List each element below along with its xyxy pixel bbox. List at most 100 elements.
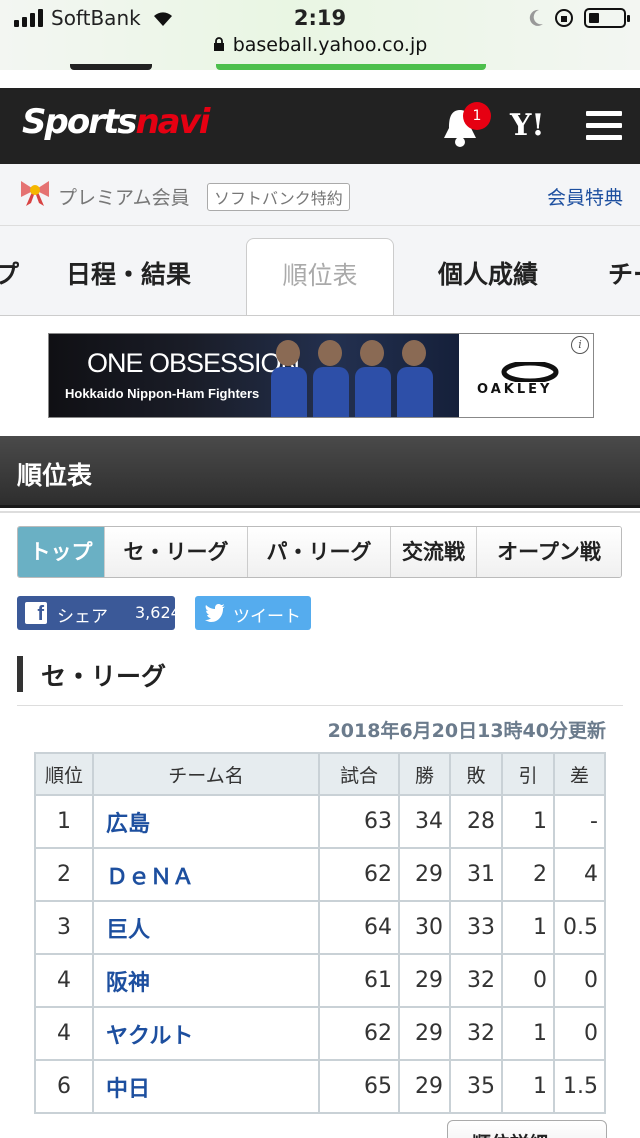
rank-cell: 4 <box>34 1006 94 1061</box>
league-title: セ・リーグ <box>41 662 167 691</box>
games-behind-cell: 1.5 <box>553 1059 606 1114</box>
team-link[interactable]: ＤｅＮＡ <box>92 847 320 902</box>
ad-subline: Hokkaido Nippon-Ham Fighters <box>65 386 260 401</box>
wins-cell: 29 <box>398 953 451 1008</box>
losses-cell: 28 <box>449 794 503 849</box>
team-link[interactable]: 中日 <box>92 1059 320 1114</box>
tab-hint <box>216 64 486 70</box>
wins-cell: 30 <box>398 900 451 955</box>
draws-cell: 1 <box>501 1006 555 1061</box>
col-header-rank: 順位 <box>34 752 94 796</box>
games-cell: 62 <box>318 1006 400 1061</box>
nav-tab-stats[interactable]: 個人成績 <box>438 255 538 291</box>
facebook-share-button[interactable]: f シェア 3,624 <box>17 596 181 630</box>
draws-cell: 1 <box>501 900 555 955</box>
rank-cell: 3 <box>34 900 94 955</box>
nav-tab-team[interactable]: チー <box>608 255 640 291</box>
ad-info-icon[interactable]: i <box>571 336 589 354</box>
league-tabs: トップ セ・リーグ パ・リーグ 交流戦 オープン戦 <box>17 526 622 578</box>
sportsnavi-logo[interactable]: Sportsnavi <box>22 102 210 142</box>
rotation-lock-icon <box>555 9 573 27</box>
league-tab-interleague[interactable]: 交流戦 <box>391 527 477 577</box>
table-row: 6 中日 65 29 35 1 1.5 <box>34 1059 606 1114</box>
share-label: シェア <box>57 607 108 627</box>
site-header: Sportsnavi Y! <box>0 88 640 164</box>
section-header: 順位表 <box>0 436 640 508</box>
league-tab-open[interactable]: オープン戦 <box>477 527 621 577</box>
premium-bar: プレミアム会員 ソフトバンク特約 会員特典 <box>0 164 640 226</box>
section-title: 順位表 <box>17 461 93 490</box>
table-header-row: 順位 チーム名 試合 勝 敗 引 差 <box>34 752 606 796</box>
wins-cell: 29 <box>398 1059 451 1114</box>
league-tab-top[interactable]: トップ <box>18 527 105 577</box>
col-header-team: チーム名 <box>92 752 320 796</box>
team-link[interactable]: 巨人 <box>92 900 320 955</box>
games-cell: 65 <box>318 1059 400 1114</box>
nav-tabs: プ 日程・結果 順位表 個人成績 チー <box>0 226 640 316</box>
games-cell: 63 <box>318 794 400 849</box>
games-cell: 61 <box>318 953 400 1008</box>
yahoo-logo[interactable]: Y! <box>510 108 545 143</box>
lock-icon <box>213 37 224 51</box>
losses-cell: 33 <box>449 900 503 955</box>
table-row: 2 ＤｅＮＡ 62 29 31 2 4 <box>34 847 606 902</box>
col-header-losses: 敗 <box>449 752 503 796</box>
league-tab-central[interactable]: セ・リーグ <box>105 527 248 577</box>
games-cell: 62 <box>318 847 400 902</box>
draws-cell: 1 <box>501 1059 555 1114</box>
oakley-logo-icon <box>501 362 559 382</box>
games-behind-cell: - <box>553 794 606 849</box>
divider <box>0 511 640 513</box>
ad-players-image <box>271 340 433 417</box>
league-tab-pacific[interactable]: パ・リーグ <box>248 527 391 577</box>
menu-icon[interactable] <box>586 111 622 147</box>
premium-plan-badge: ソフトバンク特約 <box>207 183 350 211</box>
table-row: 3 巨人 64 30 33 1 0.5 <box>34 900 606 955</box>
standings-detail-button[interactable]: 順位詳細 <box>447 1120 607 1138</box>
tab-hint <box>70 64 152 70</box>
col-header-draws: 引 <box>501 752 555 796</box>
nav-tab-schedule[interactable]: 日程・結果 <box>66 255 191 291</box>
rank-cell: 6 <box>34 1059 94 1114</box>
col-header-wins: 勝 <box>398 752 451 796</box>
team-link[interactable]: ヤクルト <box>92 1006 320 1061</box>
share-count: 3,624 <box>135 603 181 622</box>
games-behind-cell: 4 <box>553 847 606 902</box>
col-header-gb: 差 <box>553 752 606 796</box>
table-row: 1 広島 63 34 28 1 - <box>34 794 606 849</box>
draws-cell: 1 <box>501 794 555 849</box>
draws-cell: 0 <box>501 953 555 1008</box>
nav-tab-prev[interactable]: プ <box>0 255 19 291</box>
draws-cell: 2 <box>501 847 555 902</box>
losses-cell: 35 <box>449 1059 503 1114</box>
losses-cell: 32 <box>449 953 503 1008</box>
battery-icon <box>584 8 630 28</box>
ad-banner[interactable]: ONE OBSESSION Hokkaido Nippon-Ham Fighte… <box>48 333 594 418</box>
league-heading: セ・リーグ <box>17 656 623 706</box>
ribbon-icon <box>21 181 49 206</box>
wins-cell: 29 <box>398 1006 451 1061</box>
notification-badge: 1 <box>463 102 491 130</box>
moon-icon <box>529 9 543 26</box>
facebook-icon: f <box>25 602 47 625</box>
table-row: 4 阪神 61 29 32 0 0 <box>34 953 606 1008</box>
games-behind-cell: 0 <box>553 1006 606 1061</box>
team-link[interactable]: 広島 <box>92 794 320 849</box>
member-benefits-link[interactable]: 会員特典 <box>547 183 623 210</box>
premium-label: プレミアム会員 <box>58 187 190 209</box>
ad-brand: OAKLEY <box>477 382 553 397</box>
table-row: 4 ヤクルト 62 29 32 1 0 <box>34 1006 606 1061</box>
rank-cell: 4 <box>34 953 94 1008</box>
twitter-bird-icon <box>205 604 225 622</box>
games-cell: 64 <box>318 900 400 955</box>
games-behind-cell: 0.5 <box>553 900 606 955</box>
rank-cell: 2 <box>34 847 94 902</box>
tweet-button[interactable]: ツイート <box>195 596 311 630</box>
rank-cell: 1 <box>34 794 94 849</box>
url-bar[interactable]: baseball.yahoo.co.jp <box>0 34 640 56</box>
team-link[interactable]: 阪神 <box>92 953 320 1008</box>
nav-tab-standings[interactable]: 順位表 <box>246 238 394 315</box>
col-header-games: 試合 <box>318 752 400 796</box>
losses-cell: 32 <box>449 1006 503 1061</box>
tweet-label: ツイート <box>233 607 301 627</box>
